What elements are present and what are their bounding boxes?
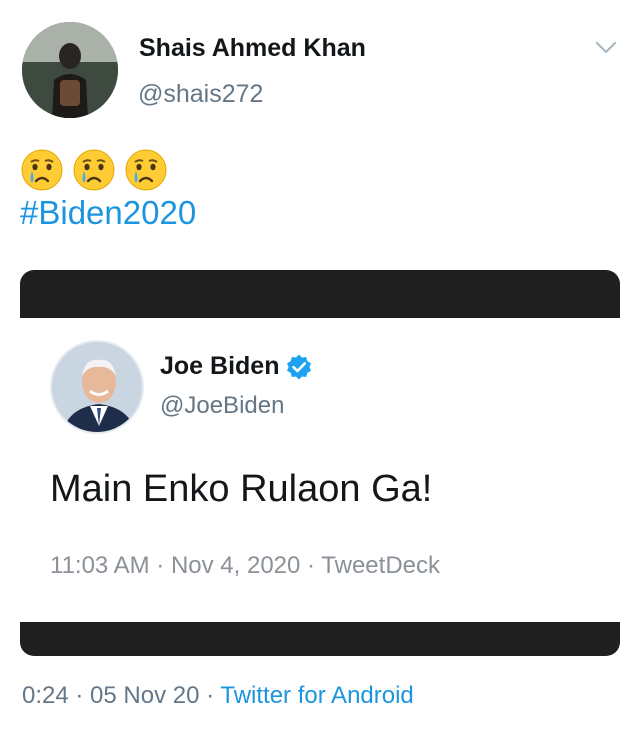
tweet-source-link[interactable]: Twitter for Android	[220, 682, 413, 709]
media-image[interactable]: Joe Biden @JoeBiden Main Enko Rulaon Ga!…	[20, 270, 620, 656]
crying-face-icon	[125, 149, 167, 191]
embedded-handle: @JoeBiden	[160, 392, 285, 419]
profile-photo-icon	[52, 342, 142, 432]
hashtag-link[interactable]: #Biden2020	[20, 194, 196, 232]
profile-photo-icon	[22, 22, 118, 118]
embedded-avatar	[50, 340, 144, 434]
embedded-name-text: Joe Biden	[160, 352, 280, 380]
embedded-time: 11:03 AM	[50, 552, 150, 579]
meta-separator: ·	[199, 682, 221, 709]
embedded-tweet-meta: 11:03 AM · Nov 4, 2020 · TweetDeck	[50, 552, 440, 580]
embedded-date: Nov 4, 2020	[170, 552, 301, 579]
tweet: Shais Ahmed Khan @shais272 #Biden2020 Jo…	[0, 0, 640, 730]
author-display-name[interactable]: Shais Ahmed Khan	[139, 34, 366, 63]
author-handle[interactable]: @shais272	[138, 80, 263, 109]
chevron-down-icon[interactable]	[594, 38, 618, 58]
verified-badge-icon	[287, 354, 312, 379]
embedded-source: TweetDeck	[321, 552, 440, 579]
crying-face-icon	[21, 149, 63, 191]
meta-separator: ·	[300, 552, 322, 579]
embedded-tweet-text: Main Enko Rulaon Ga!	[50, 468, 433, 510]
emoji-row	[20, 148, 168, 192]
embedded-tweet-screenshot: Joe Biden @JoeBiden Main Enko Rulaon Ga!…	[20, 318, 620, 622]
crying-face-icon	[73, 149, 115, 191]
tweet-time: 0:24	[22, 682, 69, 709]
tweet-meta: 0:24 · 05 Nov 20 · Twitter for Android	[22, 682, 414, 710]
author-avatar[interactable]	[22, 22, 118, 118]
meta-separator: ·	[68, 682, 91, 709]
tweet-date: 05 Nov 20	[90, 682, 200, 709]
meta-separator: ·	[149, 552, 171, 579]
embedded-display-name: Joe Biden	[160, 352, 313, 381]
